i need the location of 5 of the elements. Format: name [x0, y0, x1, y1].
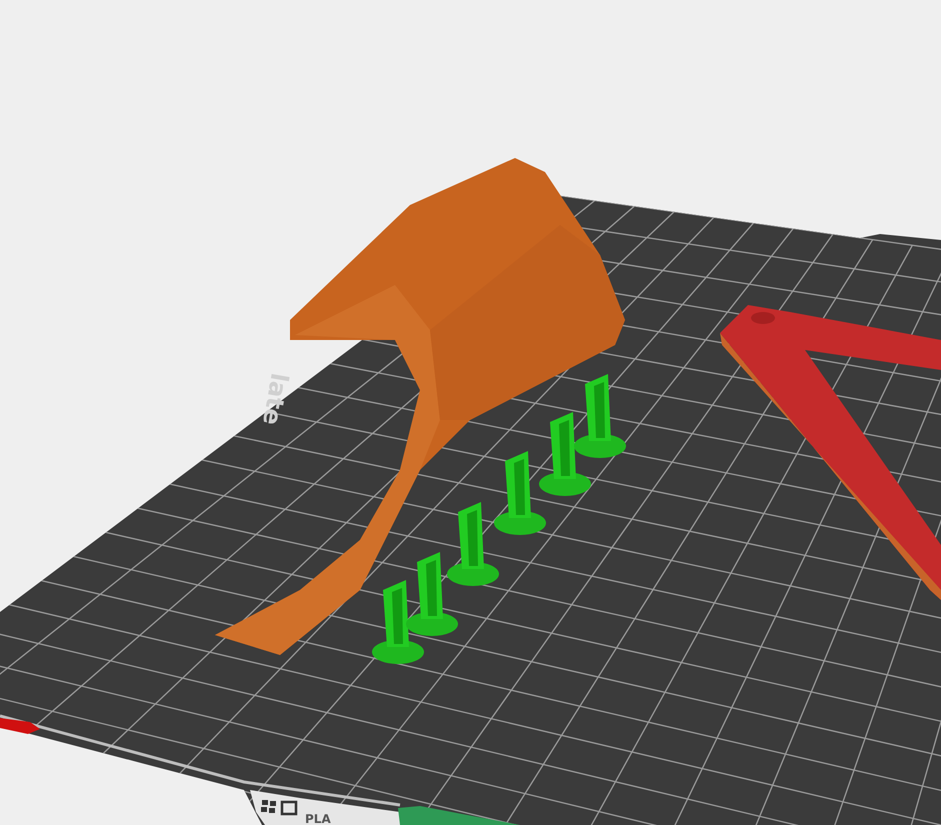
x-axis-arrow: [0, 718, 40, 734]
filament-tag: PLA: [305, 812, 331, 825]
grid-icon: [261, 800, 276, 813]
chip-icon: [280, 800, 298, 816]
bed-label: late: [257, 370, 294, 428]
